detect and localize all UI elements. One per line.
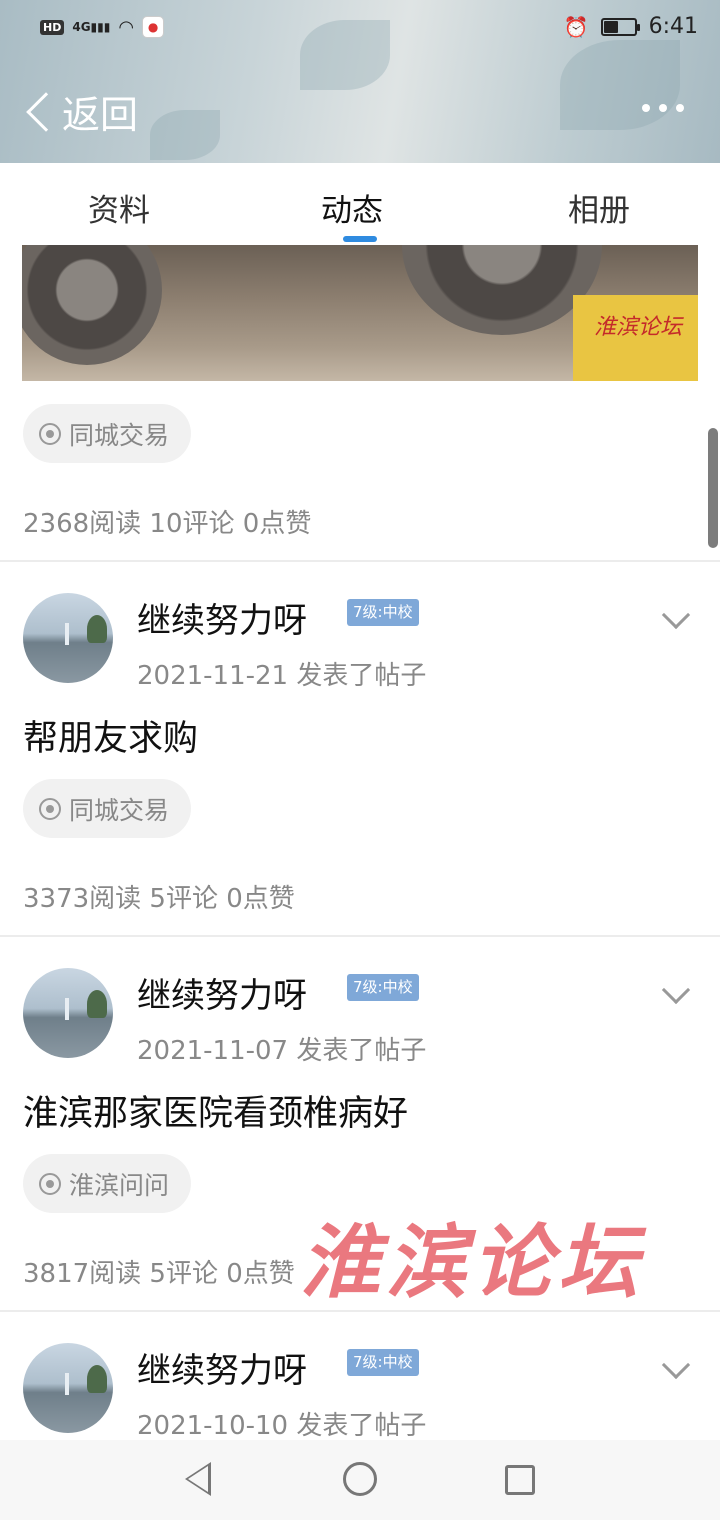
wifi-icon: ◠ xyxy=(118,16,135,38)
battery-icon xyxy=(600,17,640,36)
scrollbar[interactable] xyxy=(708,428,718,548)
photo-tire xyxy=(402,245,602,335)
avatar[interactable] xyxy=(23,593,113,683)
chevron-down-icon[interactable] xyxy=(661,1350,691,1380)
username[interactable]: 继续努力呀 xyxy=(137,1343,307,1392)
level-badge: 7级:中校 xyxy=(347,599,419,626)
post-meta: 2021-11-21 发表了帖子 xyxy=(137,661,427,691)
system-navigation-bar xyxy=(0,1440,720,1520)
photo-tire xyxy=(22,245,162,365)
tab-activity[interactable]: 动态 xyxy=(321,185,383,230)
hd-icon: HD xyxy=(40,19,65,35)
back-label: 返回 xyxy=(62,93,139,137)
post-meta: 2021-10-10 发表了帖子 xyxy=(137,1411,427,1440)
post-photo[interactable]: 淮滨论坛 xyxy=(22,245,698,381)
avatar[interactable] xyxy=(23,968,113,1058)
topic-tag[interactable]: 同城交易 xyxy=(23,779,191,838)
nav-back-icon[interactable] xyxy=(185,1462,211,1496)
avatar[interactable] xyxy=(23,1343,113,1433)
nav-home-icon[interactable] xyxy=(343,1462,377,1496)
username[interactable]: 继续努力呀 xyxy=(137,593,307,642)
topic-tag-label: 同城交易 xyxy=(69,420,170,450)
more-dots-icon xyxy=(642,104,650,112)
post-divider xyxy=(0,935,720,937)
post-stats: 3817阅读 5评论 0点赞 xyxy=(23,1259,295,1289)
forum-watermark: 淮滨论坛 xyxy=(300,1215,644,1309)
post-stats: 3373阅读 5评论 0点赞 xyxy=(23,884,295,914)
level-badge: 7级:中校 xyxy=(347,1349,419,1376)
chevron-down-icon[interactable] xyxy=(661,975,691,1005)
background-leaf-decoration xyxy=(150,110,220,160)
tab-album[interactable]: 相册 xyxy=(568,185,630,230)
active-tab-indicator xyxy=(343,236,377,242)
topic-tag[interactable]: 淮滨问问 xyxy=(23,1154,191,1213)
chevron-left-icon xyxy=(26,91,66,132)
username[interactable]: 继续努力呀 xyxy=(137,968,307,1017)
topic-tag-label: 同城交易 xyxy=(69,795,170,825)
target-icon xyxy=(39,1172,61,1195)
signal-icon: 4G▮▮▮ xyxy=(72,20,111,34)
post-divider xyxy=(0,560,720,562)
chevron-down-icon[interactable] xyxy=(661,600,691,630)
target-icon xyxy=(39,797,61,820)
post-meta: 2021-11-07 发表了帖子 xyxy=(137,1036,427,1066)
topic-tag-label: 淮滨问问 xyxy=(69,1170,170,1200)
post-title[interactable]: 淮滨那家医院看颈椎病好 xyxy=(23,1085,408,1136)
battery-level-fill xyxy=(603,20,618,33)
post-title[interactable]: 帮朋友求购 xyxy=(23,710,198,761)
profile-header: HD 4G▮▮▮ ◠ ● ⏰ 6:41 返回 xyxy=(0,0,720,163)
alarm-icon: ⏰ xyxy=(563,14,589,39)
tab-profile-info[interactable]: 资料 xyxy=(88,185,150,230)
target-icon xyxy=(39,422,61,445)
network-type: 4G xyxy=(72,20,91,34)
level-badge: 7级:中校 xyxy=(347,974,419,1001)
post-stats: 2368阅读 10评论 0点赞 xyxy=(23,509,312,539)
profile-tabs: 资料 动态 相册 xyxy=(0,163,720,245)
status-time: 6:41 xyxy=(648,14,698,39)
back-button[interactable]: 返回 xyxy=(22,84,138,139)
status-bar: HD 4G▮▮▮ ◠ ● ⏰ 6:41 xyxy=(0,0,720,56)
topic-tag[interactable]: 同城交易 xyxy=(23,404,191,463)
app-notification-icon: ● xyxy=(142,16,165,38)
photo-watermark: 淮滨论坛 xyxy=(593,315,682,340)
nav-recents-icon[interactable] xyxy=(505,1465,535,1495)
more-options-button[interactable] xyxy=(642,104,684,112)
